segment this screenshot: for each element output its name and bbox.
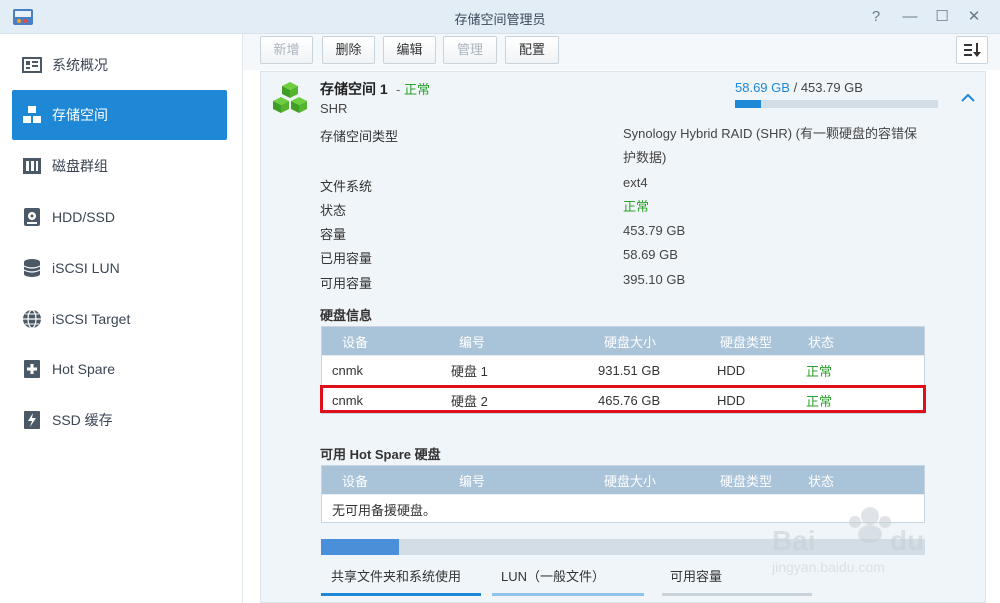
- table-row[interactable]: cnmk 硬盘 1 931.51 GB HDD 正常: [322, 355, 924, 385]
- volume-raid-type: SHR: [320, 101, 348, 116]
- prop-label-available: 可用容量: [320, 276, 373, 291]
- manage-button[interactable]: 管理: [443, 36, 497, 64]
- column-header[interactable]: 状态: [808, 332, 834, 351]
- sidebar-item-label: 系统概况: [52, 57, 108, 73]
- prop-label-filesystem: 文件系统: [320, 179, 373, 194]
- column-header[interactable]: 编号: [459, 332, 485, 351]
- database-icon: [22, 258, 42, 278]
- sidebar-item-label: 存储空间: [52, 107, 108, 123]
- column-header[interactable]: 编号: [459, 471, 485, 490]
- legend-shared-folders: 共享文件夹和系统使用: [331, 569, 462, 584]
- column-header[interactable]: 硬盘类型: [720, 471, 772, 490]
- sidebar-item-label: iSCSI Target: [52, 311, 131, 327]
- overview-icon: [22, 55, 42, 75]
- cell-type: HDD: [717, 363, 746, 378]
- disk-group-icon: [22, 156, 42, 176]
- sort-button[interactable]: [956, 36, 988, 64]
- legend-swatch-lun: [492, 593, 644, 596]
- plus-box-icon: [22, 359, 42, 379]
- edit-button[interactable]: 编辑: [383, 36, 436, 64]
- close-button[interactable]: ✕: [964, 7, 984, 27]
- disk-info-title: 硬盘信息: [320, 308, 373, 323]
- highlight-box: [320, 385, 926, 413]
- chevron-up-icon[interactable]: [958, 90, 978, 106]
- sidebar-item-label: HDD/SSD: [52, 209, 116, 225]
- empty-message: 无可用备援硬盘。: [332, 503, 437, 518]
- svg-text:Bai: Bai: [772, 525, 816, 556]
- sort-icon: [964, 43, 981, 57]
- prop-value-status: 正常: [623, 199, 650, 214]
- hdd-icon: [22, 207, 42, 227]
- help-button[interactable]: ?: [866, 7, 886, 27]
- prop-label-type: 存储空间类型: [320, 129, 399, 144]
- column-header[interactable]: 设备: [342, 471, 368, 490]
- toolbar: 新增 删除 编辑 管理 配置: [243, 34, 1000, 70]
- volume-name: 存储空间 1: [320, 81, 388, 97]
- volume-status: - 正常: [396, 79, 430, 98]
- column-header[interactable]: 硬盘类型: [720, 332, 772, 351]
- svg-text:du: du: [890, 525, 924, 556]
- usage-bar-fill: [735, 100, 762, 108]
- table-header: 设备 编号 硬盘大小 硬盘类型 状态: [322, 466, 924, 494]
- prop-label-status: 状态: [320, 203, 347, 218]
- svg-text:jingyan.baidu.com: jingyan.baidu.com: [771, 559, 885, 575]
- sidebar-item-ssd-cache[interactable]: SSD 缓存: [12, 395, 227, 445]
- prop-label-used: 已用容量: [320, 251, 373, 266]
- title-bar: 存储空间管理员 ? — ☐ ✕: [0, 0, 1000, 34]
- table-header: 设备 编号 硬盘大小 硬盘类型 状态: [322, 327, 924, 355]
- legend-lun: LUN（一般文件）: [501, 569, 606, 584]
- sidebar-item-label: iSCSI LUN: [52, 260, 120, 276]
- sidebar-item-hdd-ssd[interactable]: HDD/SSD: [12, 192, 227, 242]
- cell-number: 硬盘 1: [451, 364, 488, 379]
- sidebar-item-label: SSD 缓存: [52, 412, 113, 428]
- column-header[interactable]: 状态: [808, 471, 834, 490]
- prop-value-used: 58.69 GB: [623, 247, 678, 262]
- cell-device: cnmk: [332, 363, 364, 378]
- sidebar-item-label: Hot Spare: [52, 361, 116, 377]
- status-separator: -: [396, 82, 401, 97]
- sidebar-item-iscsi-lun[interactable]: iSCSI LUN: [12, 243, 227, 293]
- sidebar-item-label: 磁盘群组: [52, 158, 108, 174]
- column-header[interactable]: 设备: [342, 332, 368, 351]
- storage-cubes-icon: [22, 105, 42, 125]
- cell-size: 931.51 GB: [598, 363, 661, 378]
- legend-swatch-shared: [321, 593, 481, 596]
- prop-value-capacity: 453.79 GB: [623, 223, 686, 238]
- usage-separator: /: [793, 80, 798, 95]
- capacity-bar-fill: [321, 539, 399, 555]
- window-title: 存储空间管理员: [454, 12, 546, 27]
- volume-status-text: 正常: [403, 82, 430, 97]
- sidebar-item-storage[interactable]: 存储空间: [12, 90, 227, 140]
- legend-swatch-available: [662, 593, 812, 596]
- delete-button[interactable]: 删除: [322, 36, 375, 64]
- cell-status: 正常: [806, 364, 833, 379]
- prop-value-available: 395.10 GB: [623, 272, 686, 287]
- sidebar-item-overview[interactable]: 系统概况: [12, 40, 227, 90]
- flash-icon: [22, 410, 42, 430]
- sidebar-item-hot-spare[interactable]: Hot Spare: [12, 344, 227, 394]
- add-button[interactable]: 新增: [260, 36, 313, 64]
- hot-spare-title: 可用 Hot Spare 硬盘: [320, 447, 441, 462]
- globe-icon: [22, 309, 42, 329]
- prop-label-capacity: 容量: [320, 227, 347, 242]
- usage-used: 58.69 GB: [735, 80, 790, 95]
- maximize-button[interactable]: ☐: [932, 7, 952, 27]
- column-header[interactable]: 硬盘大小: [604, 471, 656, 490]
- usage-total: 453.79 GB: [800, 80, 863, 95]
- prop-value-filesystem: ext4: [623, 175, 648, 190]
- minimize-button[interactable]: —: [900, 7, 920, 27]
- watermark-logo: Bai du jingyan.baidu.com: [771, 507, 924, 575]
- legend-available: 可用容量: [670, 569, 723, 584]
- usage-text: 58.69 GB / 453.79 GB: [735, 80, 863, 95]
- storage-cubes-icon: [273, 82, 307, 113]
- sidebar-item-disk-group[interactable]: 磁盘群组: [12, 141, 227, 191]
- sidebar-item-iscsi-target[interactable]: iSCSI Target: [12, 294, 227, 344]
- column-header[interactable]: 硬盘大小: [604, 332, 656, 351]
- configure-button[interactable]: 配置: [505, 36, 559, 64]
- usage-bar: [735, 100, 938, 108]
- prop-value-type: Synology Hybrid RAID (SHR) (有一颗硬盘的容错保护数据…: [623, 126, 917, 165]
